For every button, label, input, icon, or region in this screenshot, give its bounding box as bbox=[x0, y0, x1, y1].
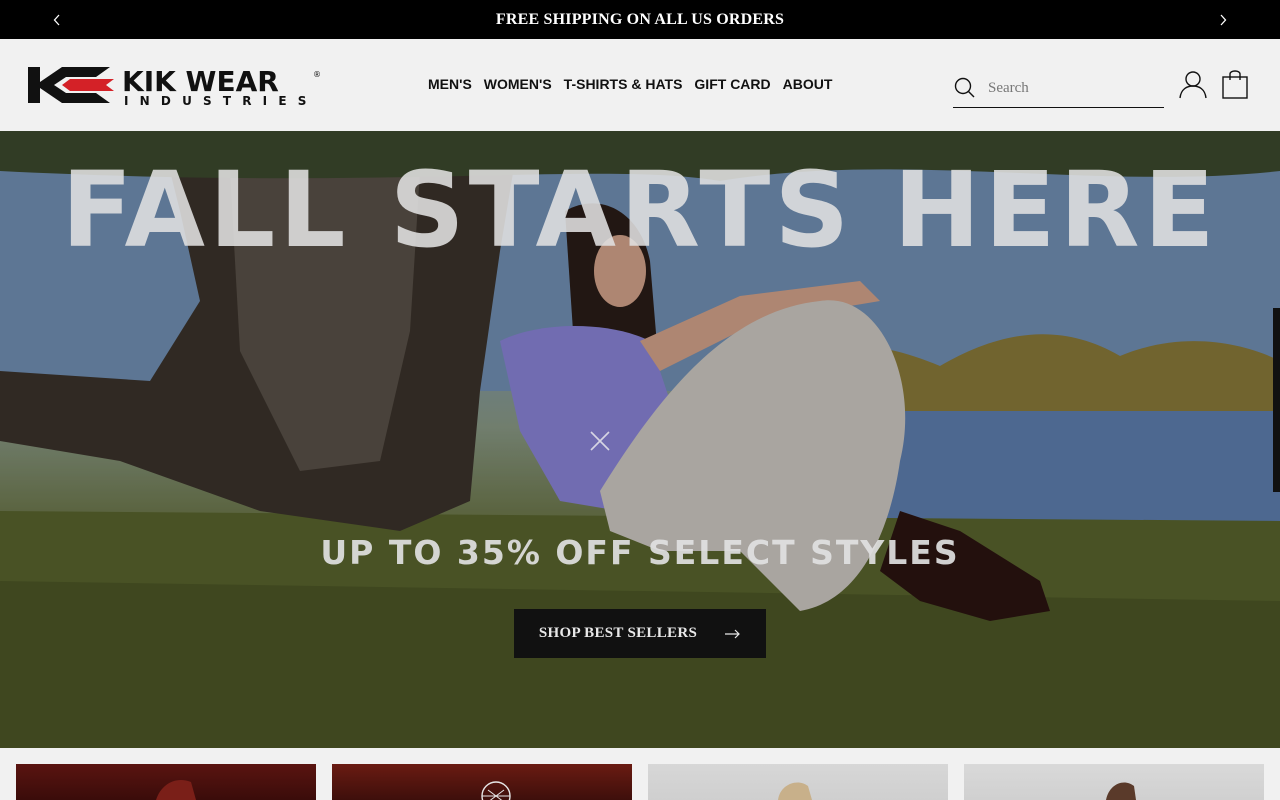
announcement-prev-button[interactable] bbox=[42, 0, 72, 39]
site-header: KIK WEAR ® INDUSTRIES MEN'S WOMEN'S T-SH… bbox=[0, 39, 1280, 131]
search-icon[interactable] bbox=[953, 76, 977, 100]
collection-image bbox=[481, 781, 511, 800]
shop-best-sellers-button[interactable]: SHOP BEST SELLERS bbox=[514, 609, 766, 658]
cart-icon[interactable] bbox=[1221, 68, 1249, 100]
hero-headline: FALL STARTS HERE bbox=[61, 149, 1219, 271]
nav-item-about[interactable]: ABOUT bbox=[783, 76, 833, 92]
nav-item-womens[interactable]: WOMEN'S bbox=[484, 76, 552, 92]
chevron-left-icon bbox=[53, 14, 60, 25]
side-drawer-tab[interactable] bbox=[1273, 308, 1280, 492]
announcement-next-button[interactable] bbox=[1208, 0, 1238, 39]
hero-banner[interactable]: FALL STARTS HERE UP TO 35% OFF SELECT ST… bbox=[0, 131, 1280, 748]
collection-tile[interactable] bbox=[648, 764, 948, 800]
logo-mark-text: ® bbox=[313, 70, 321, 79]
chevron-right-icon bbox=[1220, 14, 1227, 25]
nav-item-gift-card[interactable]: GIFT CARD bbox=[694, 76, 770, 92]
logo-sub-text: INDUSTRIES bbox=[124, 94, 318, 107]
account-icon[interactable] bbox=[1178, 69, 1208, 99]
collection-image bbox=[1106, 782, 1136, 800]
collection-tile[interactable] bbox=[16, 764, 316, 800]
hero-subline: UP TO 35% OFF SELECT STYLES bbox=[320, 533, 960, 572]
nav-item-tshirts-hats[interactable]: T-SHIRTS & HATS bbox=[564, 76, 683, 92]
cta-label: SHOP BEST SELLERS bbox=[538, 625, 698, 641]
announcement-text: FREE SHIPPING ON ALL US ORDERS bbox=[495, 10, 785, 28]
collection-tile[interactable] bbox=[964, 764, 1264, 800]
search-input[interactable] bbox=[986, 78, 1156, 98]
main-nav: MEN'S WOMEN'S T-SHIRTS & HATS GIFT CARD … bbox=[428, 76, 832, 92]
arrow-right-icon bbox=[725, 629, 740, 638]
collection-image bbox=[156, 780, 196, 800]
brand-logo[interactable]: KIK WEAR ® INDUSTRIES bbox=[26, 63, 322, 107]
collection-tiles bbox=[0, 748, 1280, 800]
close-icon[interactable] bbox=[589, 430, 611, 452]
collection-tile[interactable] bbox=[332, 764, 632, 800]
nav-item-mens[interactable]: MEN'S bbox=[428, 76, 472, 92]
collection-image bbox=[778, 782, 812, 800]
search-bar bbox=[953, 69, 1164, 108]
announcement-bar: FREE SHIPPING ON ALL US ORDERS bbox=[0, 0, 1280, 39]
